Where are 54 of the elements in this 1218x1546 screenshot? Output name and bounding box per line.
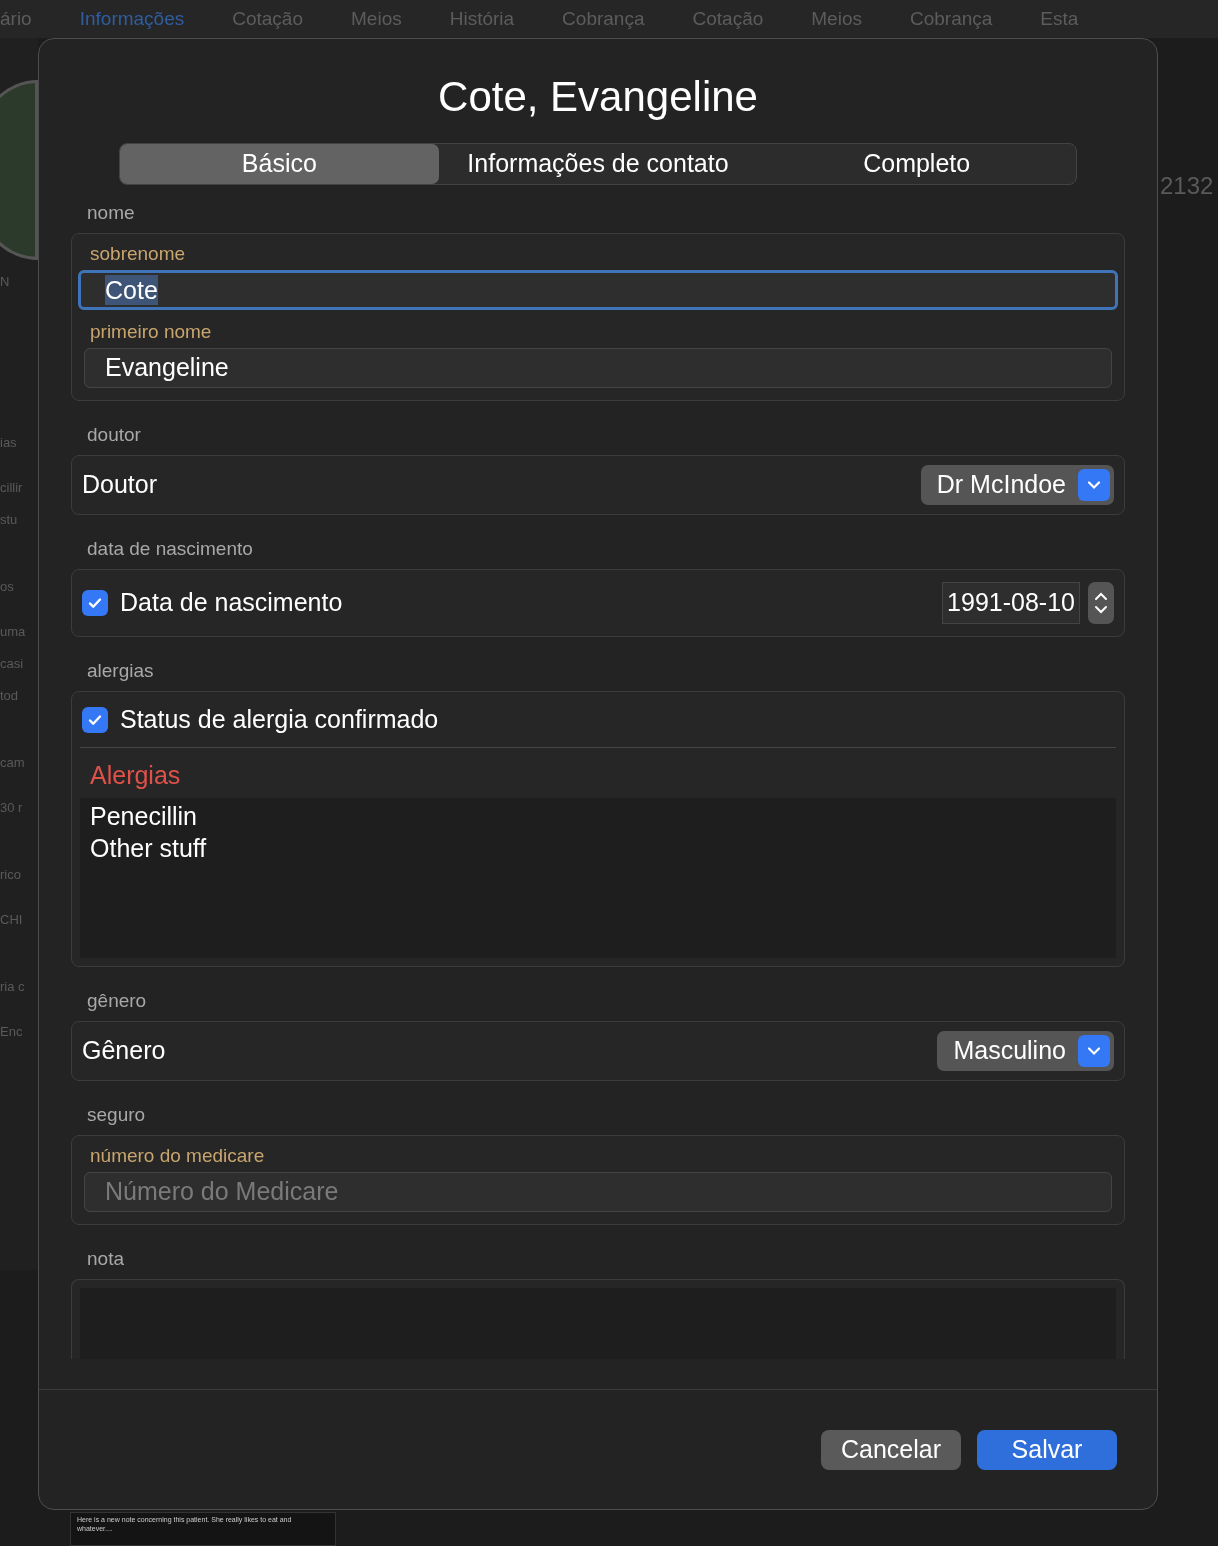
row-label: Status de alergia confirmado [120,703,439,735]
background-text: os [0,578,14,596]
background-text: cam [0,754,25,772]
chevron-icon [1078,1035,1110,1067]
background-text: 30 r [0,799,23,817]
background-text: Enc [0,1023,23,1041]
section-heading: nome [86,201,136,225]
field-value: Cote [105,275,158,305]
date-field[interactable]: 1991-08-10 [942,582,1080,624]
allergy-line: Penecillin [90,801,198,832]
field-label: número do medicare [89,1144,266,1168]
popup-button[interactable]: Masculino [937,1031,1114,1071]
background-text: uma [0,623,26,641]
checkbox[interactable] [82,590,108,616]
dialog-button[interactable]: Salvar [977,1430,1117,1470]
field-label: primeiro nome [89,320,213,344]
row-label: Gênero [82,1035,166,1067]
section-heading: gênero [86,989,148,1013]
segment-tab[interactable]: Informações de contato [438,144,758,184]
background-text: casi [0,655,24,673]
background-text: 2132 [1160,171,1214,201]
background-text: ias [0,434,17,452]
field-label: sobrenome [89,242,187,266]
background-text: ria c [0,978,25,996]
background-text: N [0,273,10,291]
allergy-line: Other stuff [90,833,208,864]
field-placeholder: Número do Medicare [105,1176,339,1208]
row-label: Doutor [82,469,158,501]
section-heading: seguro [86,1103,147,1127]
text-field[interactable]: Número do Medicare [84,1172,1112,1212]
section-heading: doutor [86,423,142,447]
chevron-icon [1078,469,1110,501]
section-heading: nota [86,1247,125,1271]
dialog-button[interactable]: Cancelar [821,1430,961,1470]
popup-button[interactable]: Dr McIndoe [920,465,1114,505]
allergy-text-area[interactable]: Penecillin Other stuff [80,798,1116,958]
text-field[interactable]: Cote [78,270,1118,310]
field-value: Evangeline [105,352,229,384]
section-heading: data de nascimento [86,537,254,561]
background-text: cillir [0,479,23,497]
section-heading: alergias [86,659,155,683]
stepper-icon[interactable] [1088,582,1114,624]
background-text: tod [0,687,19,705]
checkmark-icon [87,595,103,611]
background-text: rico [0,866,21,884]
list-title: Alergias [89,760,182,791]
segment-tab[interactable]: Completo [757,144,1076,184]
text-field[interactable]: Evangeline [84,348,1112,388]
segment-tab[interactable]: Básico [120,144,439,184]
dialog-title: Cote, Evangeline [437,72,759,122]
background-text: stu [0,511,18,529]
checkbox[interactable] [82,706,108,733]
background-text: CHI [0,911,23,929]
row-label: Data de nascimento [120,587,343,619]
